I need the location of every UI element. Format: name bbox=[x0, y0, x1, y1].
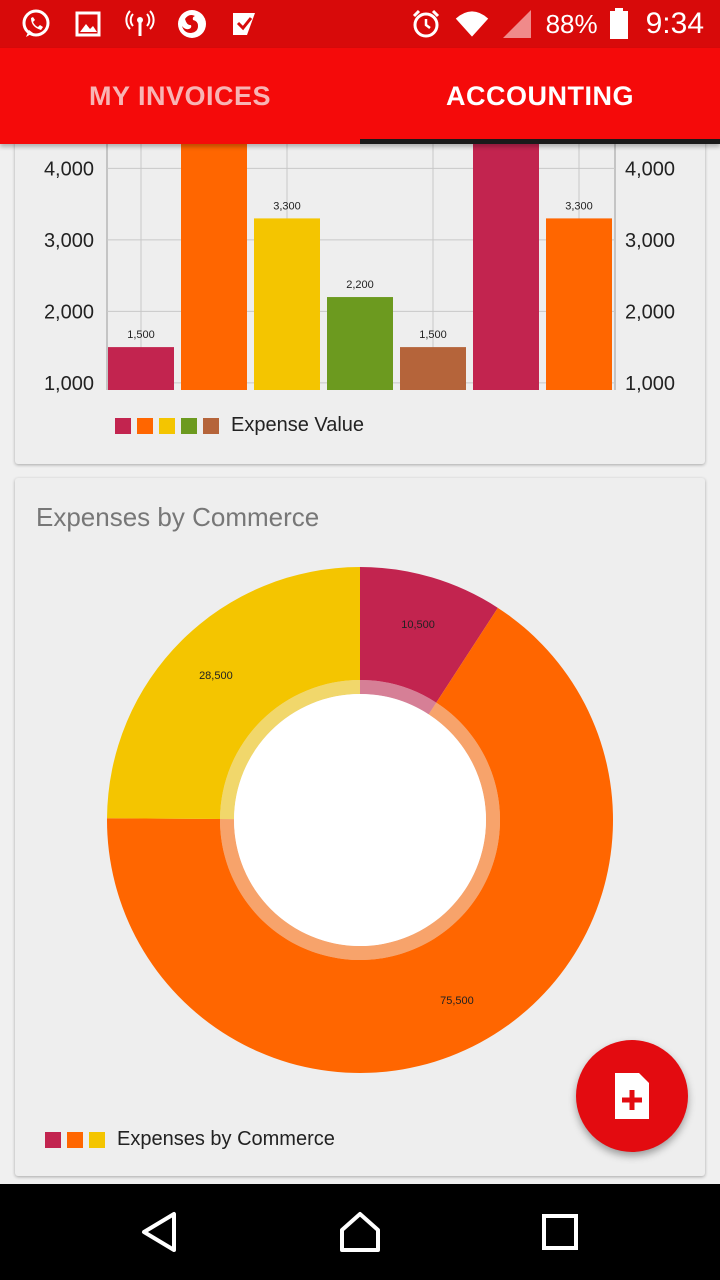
clock: 9:34 bbox=[645, 7, 704, 40]
tab-accounting[interactable]: ACCOUNTING bbox=[360, 48, 720, 144]
y-tick-left: 3,000 bbox=[44, 230, 94, 252]
y-tick-right: 2,000 bbox=[625, 301, 675, 323]
legend-swatch bbox=[115, 417, 131, 434]
legend-swatch bbox=[137, 417, 153, 434]
bar-value-label: 3,300 bbox=[273, 200, 301, 212]
bar bbox=[546, 218, 612, 390]
tab-bar: MY INVOICES ACCOUNTING bbox=[0, 48, 720, 144]
recents-button[interactable] bbox=[536, 1208, 584, 1256]
pie-chart-legend: Expenses by Commerce bbox=[45, 1128, 335, 1151]
home-icon bbox=[340, 1212, 380, 1252]
wifi-icon bbox=[454, 6, 490, 42]
slice-value-label: 28,500 bbox=[199, 670, 233, 682]
legend-swatch bbox=[159, 417, 175, 434]
donut-hole bbox=[234, 694, 486, 946]
y-tick-left: 2,000 bbox=[44, 301, 94, 323]
battery-icon bbox=[608, 6, 630, 42]
y-tick-left: 1,000 bbox=[44, 373, 94, 395]
status-bar: 88% 9:34 bbox=[0, 0, 720, 48]
image-icon bbox=[70, 6, 106, 42]
legend-swatch bbox=[67, 1131, 83, 1148]
legend-swatch bbox=[203, 417, 219, 434]
bar-chart-legend: Expense Value bbox=[115, 414, 364, 437]
bar-value-label: 2,200 bbox=[346, 279, 374, 291]
bar bbox=[254, 218, 320, 390]
bar-value-label: 1,500 bbox=[419, 329, 447, 341]
bar bbox=[400, 347, 466, 390]
legend-swatch bbox=[45, 1131, 61, 1148]
whatsapp-icon bbox=[18, 6, 54, 42]
donut-chart: 10,500 75,500 28,500 bbox=[106, 566, 614, 1073]
bar bbox=[108, 347, 174, 390]
check-app-icon bbox=[226, 6, 262, 42]
add-document-icon bbox=[615, 1073, 649, 1119]
bar bbox=[181, 139, 247, 390]
tab-indicator bbox=[360, 139, 720, 144]
tab-my-invoices[interactable]: MY INVOICES bbox=[0, 48, 360, 144]
slice-value-label: 10,500 bbox=[401, 619, 435, 631]
firefox-icon bbox=[174, 6, 210, 42]
legend-swatch bbox=[89, 1131, 105, 1148]
add-invoice-button[interactable] bbox=[576, 1040, 688, 1152]
expense-value-card: 1,000 1,000 2,000 2,000 3,000 3,000 4,000 4,000… bbox=[15, 100, 705, 464]
y-tick-right: 3,000 bbox=[625, 230, 675, 252]
alarm-icon bbox=[408, 6, 444, 42]
y-tick-left: 4,000 bbox=[44, 158, 94, 180]
bar bbox=[327, 297, 393, 390]
y-tick-right: 4,000 bbox=[625, 158, 675, 180]
home-button[interactable] bbox=[336, 1208, 384, 1256]
y-tick-right: 1,000 bbox=[625, 373, 675, 395]
card-title: Expenses by Commerce bbox=[36, 502, 320, 532]
recents-icon bbox=[542, 1214, 578, 1250]
signal-icon bbox=[500, 6, 536, 42]
bar bbox=[473, 139, 539, 390]
battery-percent: 88% bbox=[545, 8, 598, 39]
navigation-bar bbox=[0, 1184, 720, 1280]
hotspot-icon bbox=[122, 6, 158, 42]
bar-value-label: 1,500 bbox=[127, 329, 155, 341]
bar-legend-label: Expense Value bbox=[231, 414, 365, 436]
pie-legend-label: Expenses by Commerce bbox=[117, 1128, 335, 1150]
slice-value-label: 75,500 bbox=[440, 995, 474, 1007]
legend-swatch bbox=[181, 417, 197, 434]
back-button[interactable] bbox=[136, 1208, 184, 1256]
back-icon bbox=[142, 1212, 176, 1252]
bar-chart: 1,000 1,000 2,000 2,000 3,000 3,000 4,000 4,000… bbox=[44, 100, 675, 395]
bar-value-label: 3,300 bbox=[565, 200, 593, 212]
